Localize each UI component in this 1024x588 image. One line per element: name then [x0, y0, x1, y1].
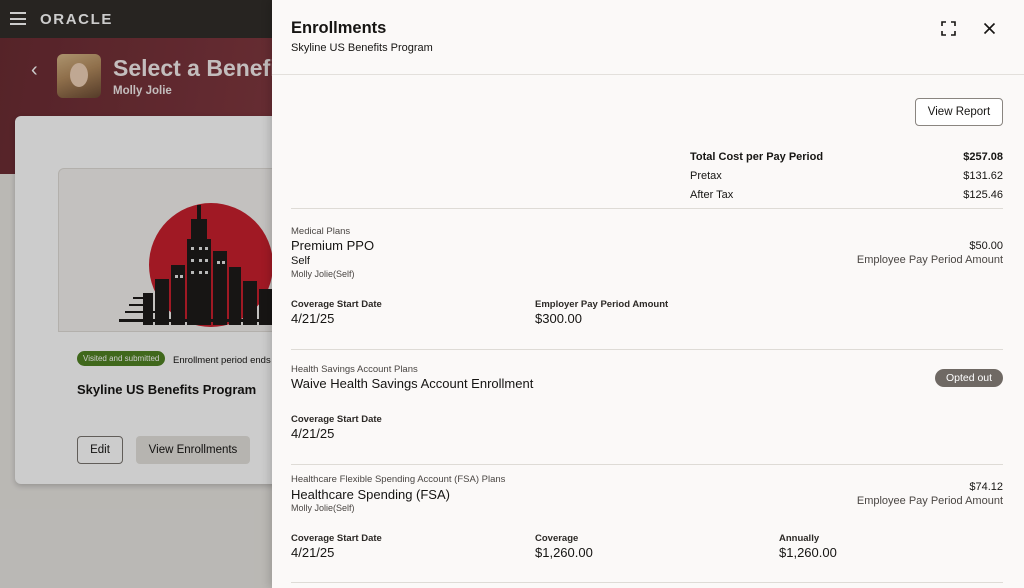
plan-category: Medical Plans [291, 226, 351, 237]
divider [291, 464, 1003, 465]
plan-category: Health Savings Account Plans [291, 364, 418, 375]
plan-coverage-level: Self [291, 255, 310, 267]
aftertax-value: $125.46 [963, 189, 1003, 201]
coverage-value: $1,260.00 [535, 545, 593, 560]
divider [291, 208, 1003, 209]
view-report-button[interactable]: View Report [915, 98, 1003, 126]
coverage-start-label: Coverage Start Date [291, 299, 382, 310]
coverage-start-value: 4/21/25 [291, 426, 335, 441]
divider [291, 349, 1003, 350]
pretax-label: Pretax [690, 170, 722, 182]
aftertax-label: After Tax [690, 189, 734, 201]
coverage-start-label: Coverage Start Date [291, 533, 382, 544]
plan-amount: $74.12 [969, 481, 1003, 493]
plan-amount-note: Employee Pay Period Amount [856, 254, 1003, 266]
drawer-subtitle: Skyline US Benefits Program [291, 42, 433, 54]
close-icon[interactable] [982, 21, 997, 36]
coverage-start-value: 4/21/25 [291, 311, 335, 326]
plan-name: Waive Health Savings Account Enrollment [291, 376, 534, 391]
annually-value: $1,260.00 [779, 545, 837, 560]
drawer-title: Enrollments [291, 19, 387, 37]
coverage-start-label: Coverage Start Date [291, 414, 382, 425]
plan-category: Healthcare Flexible Spending Account (FS… [291, 474, 506, 485]
total-cost-value: $257.08 [963, 151, 1003, 163]
pretax-value: $131.62 [963, 170, 1003, 182]
plan-name: Healthcare Spending (FSA) [291, 487, 450, 502]
expand-icon[interactable] [941, 21, 956, 36]
divider [291, 582, 1003, 583]
employer-amount-label: Employer Pay Period Amount [535, 299, 669, 310]
plan-person: Molly Jolie(Self) [291, 503, 355, 513]
coverage-label: Coverage [535, 533, 579, 544]
plan-name: Premium PPO [291, 238, 375, 253]
plan-amount: $50.00 [969, 240, 1003, 252]
employer-amount-value: $300.00 [535, 311, 582, 326]
drawer-header: Enrollments Skyline US Benefits Program [272, 0, 1024, 75]
annually-label: Annually [779, 533, 820, 544]
plan-amount-note: Employee Pay Period Amount [856, 495, 1003, 507]
plan-person: Molly Jolie(Self) [291, 269, 355, 279]
opted-out-badge: Opted out [935, 369, 1003, 387]
enrollments-drawer: Enrollments Skyline US Benefits Program … [272, 0, 1024, 588]
total-cost-label: Total Cost per Pay Period [690, 151, 824, 163]
coverage-start-value: 4/21/25 [291, 545, 335, 560]
